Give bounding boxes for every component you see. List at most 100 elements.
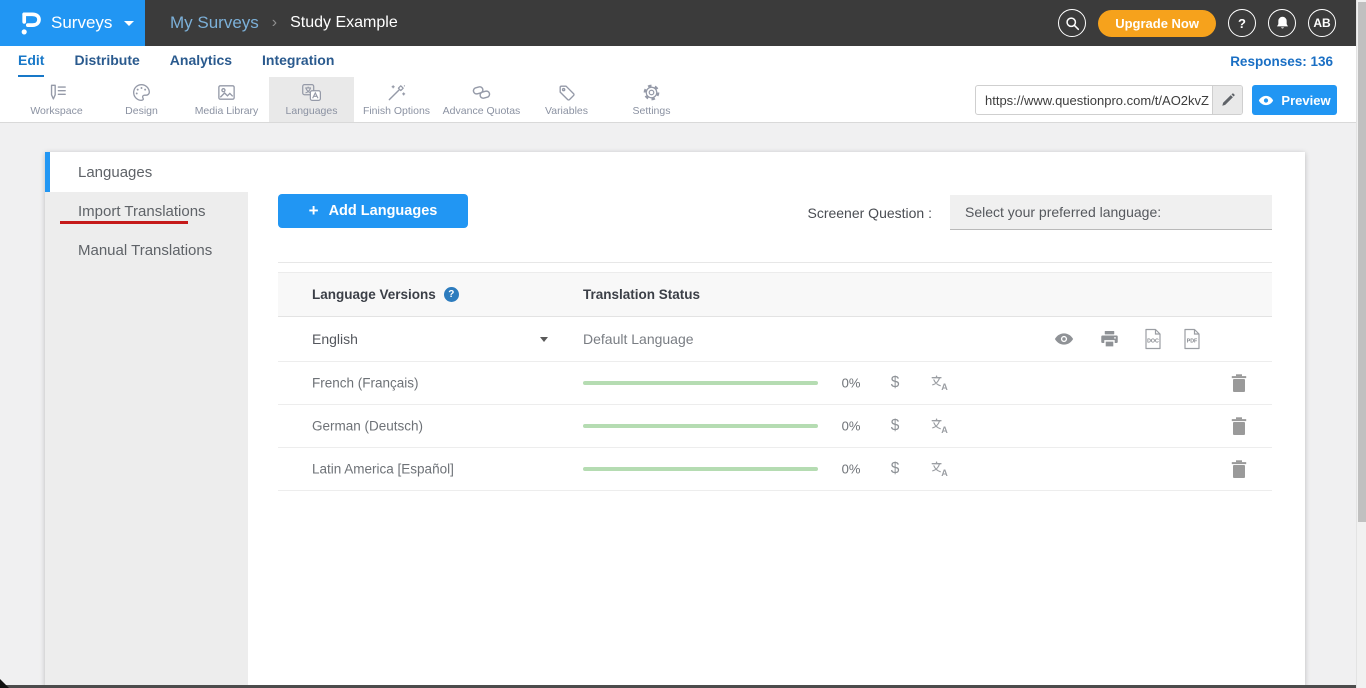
screener-question-value: Select your preferred language: xyxy=(965,204,1161,220)
questionpro-logo-icon xyxy=(17,9,41,38)
finish-options-wand-icon xyxy=(386,82,407,103)
preview-label: Preview xyxy=(1281,93,1330,108)
auto-translate-icon[interactable]: A xyxy=(930,418,950,435)
screener-question-row: Screener Question : Select your preferre… xyxy=(807,195,1272,230)
progress-percent: 0% xyxy=(834,376,868,391)
breadcrumb-my-surveys[interactable]: My Surveys xyxy=(170,13,259,33)
sidebar-item-manual-translations[interactable]: Manual Translations xyxy=(45,231,248,270)
tab-integration[interactable]: Integration xyxy=(262,46,334,77)
survey-url-input[interactable] xyxy=(976,86,1212,114)
tab-analytics[interactable]: Analytics xyxy=(170,46,232,77)
divider xyxy=(278,262,1272,263)
media-library-icon xyxy=(216,82,237,103)
pencil-icon xyxy=(1221,93,1235,107)
notifications-button[interactable] xyxy=(1268,9,1296,37)
column-label: Language Versions xyxy=(312,287,436,302)
delete-trash-icon[interactable] xyxy=(1231,374,1247,393)
chevron-down-icon[interactable] xyxy=(540,337,548,342)
column-language-versions: Language Versions ? xyxy=(312,273,459,316)
delete-trash-icon[interactable] xyxy=(1231,460,1247,479)
search-button[interactable] xyxy=(1058,9,1086,37)
scrollbar-thumb[interactable] xyxy=(1358,2,1366,522)
avatar-initials: AB xyxy=(1313,16,1330,30)
table-header-row: Language Versions ? Translation Status xyxy=(278,272,1272,317)
translation-progress-bar xyxy=(583,467,818,471)
upgrade-now-label: Upgrade Now xyxy=(1115,16,1199,31)
auto-translate-icon[interactable]: A xyxy=(930,461,950,478)
header-actions: Upgrade Now ? AB xyxy=(1058,0,1336,46)
workspace-icon xyxy=(46,83,68,103)
toolbar-item-workspace[interactable]: Workspace xyxy=(14,77,99,122)
toolbar-item-variables[interactable]: Variables xyxy=(524,77,609,122)
toolbar-item-design[interactable]: Design xyxy=(99,77,184,122)
add-languages-label: Add Languages xyxy=(329,203,438,219)
page-scrollbar[interactable] xyxy=(1356,0,1366,688)
professional-translation-icon[interactable]: $ xyxy=(885,417,905,435)
product-menu-button[interactable]: Surveys xyxy=(0,0,145,46)
settings-gear-icon xyxy=(641,82,662,103)
plus-icon: + xyxy=(309,201,319,221)
sidebar-item-import-translations[interactable]: Import Translations xyxy=(45,192,248,231)
toolbar-label: Media Library xyxy=(195,105,259,117)
language-name: German (Deutsch) xyxy=(312,419,423,434)
survey-url-field xyxy=(975,85,1243,115)
progress-percent: 0% xyxy=(834,419,868,434)
table-row-french: French (Français) 0% $ A xyxy=(278,362,1272,405)
toolbar-label: Languages xyxy=(286,105,338,117)
toolbar-item-advance-quotas[interactable]: Advance Quotas xyxy=(439,77,524,122)
toolbar-item-languages[interactable]: Languages xyxy=(269,77,354,122)
mouse-cursor xyxy=(0,679,9,688)
help-button[interactable]: ? xyxy=(1228,9,1256,37)
professional-translation-icon[interactable]: $ xyxy=(885,460,905,478)
doc-label: DOC xyxy=(1147,338,1159,344)
avatar[interactable]: AB xyxy=(1308,9,1336,37)
professional-translation-icon[interactable]: $ xyxy=(885,374,905,392)
tab-distribute[interactable]: Distribute xyxy=(74,46,139,77)
default-language-dropdown[interactable]: English xyxy=(312,331,358,347)
delete-trash-icon[interactable] xyxy=(1231,417,1247,436)
language-name: Latin America [Español] xyxy=(312,462,454,477)
responses-count-link[interactable]: Responses: 136 xyxy=(1230,46,1333,77)
toolbar-item-finish-options[interactable]: Finish Options xyxy=(354,77,439,122)
toolbar-item-settings[interactable]: Settings xyxy=(609,77,694,122)
toolbar-label: Advance Quotas xyxy=(443,105,521,117)
auto-translate-icon[interactable]: A xyxy=(930,375,950,392)
column-translation-status: Translation Status xyxy=(583,273,700,316)
pdf-label: PDF xyxy=(1187,338,1198,344)
help-tooltip-icon[interactable]: ? xyxy=(444,287,459,302)
toolbar-label: Finish Options xyxy=(363,105,430,117)
help-icon: ? xyxy=(1238,16,1246,31)
chevron-down-icon xyxy=(124,21,134,26)
preview-button[interactable]: Preview xyxy=(1252,85,1337,115)
toolbar-item-media-library[interactable]: Media Library xyxy=(184,77,269,122)
export-doc-icon[interactable]: DOC xyxy=(1144,329,1162,350)
questionpro-languages-page: Surveys My Surveys › Study Example Upgra… xyxy=(0,0,1366,688)
sidebar-item-languages[interactable]: Languages xyxy=(45,152,248,192)
top-header-bar: Surveys My Surveys › Study Example Upgra… xyxy=(0,0,1366,46)
toolbar-label: Design xyxy=(125,105,158,117)
advance-quotas-link-icon xyxy=(471,82,492,103)
print-icon[interactable] xyxy=(1100,330,1119,348)
search-icon xyxy=(1065,16,1080,31)
toolbar-label: Settings xyxy=(633,105,671,117)
screener-question-select[interactable]: Select your preferred language: xyxy=(950,195,1272,230)
eye-icon xyxy=(1258,95,1274,106)
table-row-german: German (Deutsch) 0% $ A xyxy=(278,405,1272,448)
edit-url-button[interactable] xyxy=(1212,86,1242,114)
languages-panel: Languages Import Translations Manual Tra… xyxy=(45,152,1305,688)
edit-toolbar: Workspace Design xyxy=(0,77,1366,123)
export-pdf-icon[interactable]: PDF xyxy=(1183,329,1201,350)
add-languages-button[interactable]: + Add Languages xyxy=(278,194,468,228)
svg-text:A: A xyxy=(941,468,948,478)
variables-tag-icon xyxy=(557,83,577,103)
translation-progress-bar xyxy=(583,381,818,385)
breadcrumb: My Surveys › Study Example xyxy=(170,0,398,46)
languages-sidebar: Languages Import Translations Manual Tra… xyxy=(45,152,248,688)
preview-eye-icon[interactable] xyxy=(1054,332,1074,346)
table-row-spanish: Latin America [Español] 0% $ A xyxy=(278,448,1272,491)
design-palette-icon xyxy=(131,82,152,103)
bell-icon xyxy=(1275,15,1290,31)
upgrade-now-button[interactable]: Upgrade Now xyxy=(1098,10,1216,37)
tab-edit[interactable]: Edit xyxy=(18,46,44,77)
languages-content: + Add Languages Screener Question : Sele… xyxy=(248,152,1305,688)
